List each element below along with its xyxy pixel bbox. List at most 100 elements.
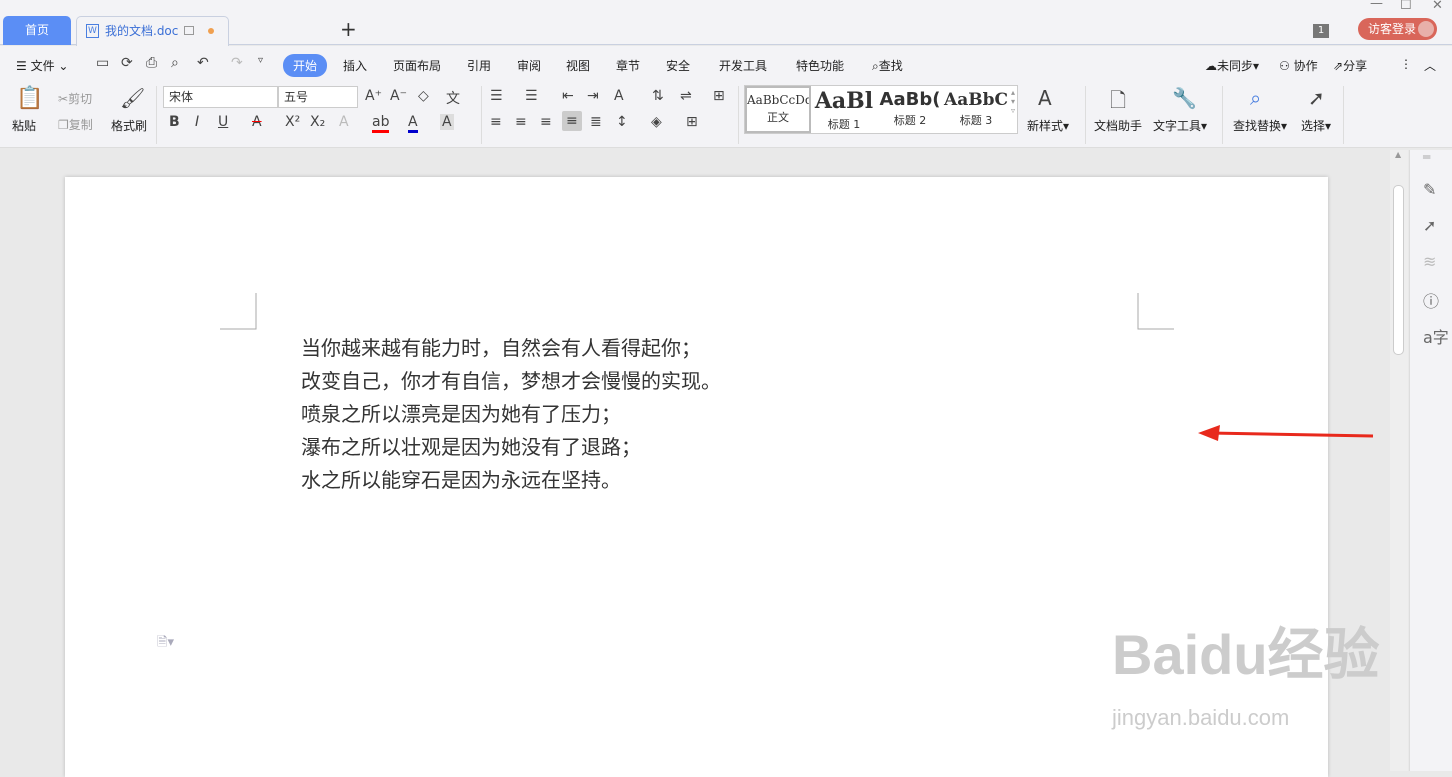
- increase-indent-icon[interactable]: ⇥: [587, 88, 599, 104]
- tab-insert[interactable]: 插入: [343, 57, 367, 74]
- search-icon: ⌕: [872, 59, 879, 73]
- export-icon[interactable]: ⟳: [121, 55, 133, 71]
- new-style-icon[interactable]: A: [1038, 86, 1052, 110]
- window-count-badge[interactable]: 1: [1313, 24, 1329, 38]
- tab-page-layout[interactable]: 页面布局: [393, 57, 441, 74]
- select-button[interactable]: 选择▾: [1301, 117, 1331, 134]
- file-menu[interactable]: ☰ 文件 ⌄: [16, 57, 68, 74]
- wrench-icon[interactable]: 🔧: [1172, 86, 1197, 110]
- document-body[interactable]: 当你越来越有能力时，自然会有人看得起你； 改变自己，你才有自信，梦想才会慢慢的实…: [301, 332, 721, 497]
- bold-icon[interactable]: B: [169, 114, 180, 130]
- sort-icon[interactable]: ⇅: [652, 88, 664, 104]
- table-icon[interactable]: ⊞: [713, 88, 725, 104]
- style-normal[interactable]: AaBbCcDd 正文: [745, 86, 811, 133]
- decrease-indent-icon[interactable]: ⇤: [562, 88, 574, 104]
- line-break-icon[interactable]: ⇌: [680, 88, 692, 104]
- grow-font-icon[interactable]: A⁺: [365, 88, 382, 104]
- find-replace-button[interactable]: 查找替换▾: [1233, 117, 1287, 134]
- underline-icon[interactable]: U: [218, 114, 228, 130]
- select-pointer-icon[interactable]: ➚: [1423, 216, 1436, 235]
- share-button[interactable]: ⇗分享: [1333, 57, 1367, 74]
- collab-button[interactable]: ⚇ 协作: [1279, 57, 1318, 74]
- minimize-button[interactable]: —: [1370, 0, 1383, 11]
- text-effect-icon[interactable]: A: [339, 114, 349, 130]
- align-center-icon[interactable]: ≡: [515, 114, 527, 130]
- style-heading-2[interactable]: AaBb(标题 2: [877, 86, 943, 133]
- edit-pen-icon[interactable]: ✎: [1423, 180, 1436, 199]
- style-heading-3[interactable]: AaBbC 标题 3: [943, 86, 1009, 133]
- shrink-font-icon[interactable]: A⁻: [390, 88, 407, 104]
- print-icon[interactable]: ⎙: [146, 55, 157, 71]
- phonetic-icon[interactable]: 文: [446, 88, 460, 108]
- font-color-icon[interactable]: A: [408, 114, 418, 133]
- collapse-ribbon-icon[interactable]: ︿: [1424, 57, 1436, 74]
- monitor-icon[interactable]: [184, 26, 194, 35]
- text-tools-button[interactable]: 文字工具▾: [1153, 117, 1207, 134]
- share-icon: ⇗: [1333, 59, 1344, 73]
- italic-icon[interactable]: I: [195, 114, 199, 130]
- title-bar: 首页 W 我的文档.doc + — ☐ ✕ 1 访客登录: [0, 0, 1452, 46]
- cut-button[interactable]: ✂剪切: [58, 90, 92, 107]
- style-gallery: AaBbCcDd 正文 AaBl 标题 1 AaBb(标题 2 AaBbC 标题 3 …: [744, 85, 1018, 134]
- copy-button[interactable]: ❐复制: [58, 116, 93, 133]
- gallery-scroll-icon[interactable]: ▴ ▾ ▿: [1011, 88, 1015, 115]
- paste-icon[interactable]: 📋: [16, 86, 43, 111]
- panel-handle-icon[interactable]: ═: [1423, 150, 1430, 164]
- tab-developer[interactable]: 开发工具: [719, 57, 767, 74]
- scrollbar-thumb[interactable]: [1393, 185, 1404, 355]
- tab-start[interactable]: 开始: [283, 54, 328, 77]
- find-replace-icon[interactable]: ⌕: [1250, 86, 1261, 110]
- select-cursor-icon[interactable]: ➚: [1308, 86, 1325, 110]
- tab-view[interactable]: 视图: [566, 57, 590, 74]
- new-tab-button[interactable]: +: [340, 17, 357, 41]
- doc-helper-icon[interactable]: 🗋: [1110, 86, 1126, 120]
- tab-home[interactable]: 首页: [3, 16, 71, 45]
- tab-review[interactable]: 审阅: [517, 57, 541, 74]
- settings-sliders-icon[interactable]: ≋: [1423, 252, 1436, 271]
- save-icon[interactable]: ▭: [96, 55, 109, 71]
- format-painter-button[interactable]: 格式刷: [111, 117, 147, 134]
- print-preview-icon[interactable]: ⌕: [171, 55, 179, 71]
- superscript-icon[interactable]: X²: [285, 114, 300, 130]
- numbering-icon[interactable]: ☰: [525, 88, 538, 104]
- customize-icon[interactable]: ▿: [258, 55, 263, 66]
- format-painter-icon[interactable]: 🖌: [120, 86, 145, 110]
- new-style-button[interactable]: 新样式▾: [1027, 117, 1069, 134]
- font-family-select[interactable]: 宋体: [163, 86, 278, 108]
- strikethrough-icon[interactable]: A: [252, 114, 262, 130]
- guest-login-button[interactable]: 访客登录: [1358, 18, 1437, 40]
- sync-button[interactable]: ☁未同步▾: [1205, 57, 1259, 74]
- clear-format-icon[interactable]: ◇: [418, 88, 429, 104]
- shading-icon[interactable]: ◈: [651, 114, 662, 130]
- translate-icon[interactable]: a字: [1423, 324, 1449, 348]
- char-shading-icon[interactable]: A: [440, 114, 454, 130]
- more-icon[interactable]: ⋮: [1400, 57, 1412, 71]
- tab-security[interactable]: 安全: [666, 57, 690, 74]
- tab-references[interactable]: 引用: [467, 57, 491, 74]
- maximize-button[interactable]: ☐: [1400, 0, 1412, 13]
- align-right-icon[interactable]: ≡: [540, 114, 552, 130]
- align-left-icon[interactable]: ≡: [490, 114, 502, 130]
- tab-features[interactable]: 特色功能: [796, 57, 844, 74]
- paste-button[interactable]: 粘贴: [12, 117, 36, 134]
- line-spacing-icon[interactable]: ↕: [616, 114, 628, 130]
- undo-icon[interactable]: ↶: [197, 55, 209, 71]
- distribute-icon[interactable]: ≣: [590, 114, 602, 130]
- find-button[interactable]: ⌕查找: [872, 57, 903, 74]
- justify-icon[interactable]: ≡: [562, 111, 582, 131]
- highlight-icon[interactable]: ab: [372, 114, 390, 133]
- help-icon[interactable]: ⓘ: [1423, 288, 1439, 312]
- paragraph-options-icon[interactable]: 🗎▾: [157, 633, 174, 655]
- char-spacing-icon[interactable]: A: [614, 88, 624, 104]
- tab-document[interactable]: W 我的文档.doc: [76, 16, 229, 46]
- style-heading-1[interactable]: AaBl 标题 1: [811, 86, 877, 133]
- font-size-select[interactable]: 五号: [278, 86, 358, 108]
- vertical-scrollbar[interactable]: ▲: [1390, 150, 1408, 771]
- tab-section[interactable]: 章节: [616, 57, 640, 74]
- bullets-icon[interactable]: ☰: [490, 88, 503, 104]
- borders-icon[interactable]: ⊞: [686, 114, 698, 130]
- close-button[interactable]: ✕: [1432, 0, 1443, 13]
- subscript-icon[interactable]: X₂: [310, 114, 325, 130]
- redo-icon[interactable]: ↷: [231, 55, 243, 71]
- doc-helper-button[interactable]: 文档助手: [1094, 117, 1142, 134]
